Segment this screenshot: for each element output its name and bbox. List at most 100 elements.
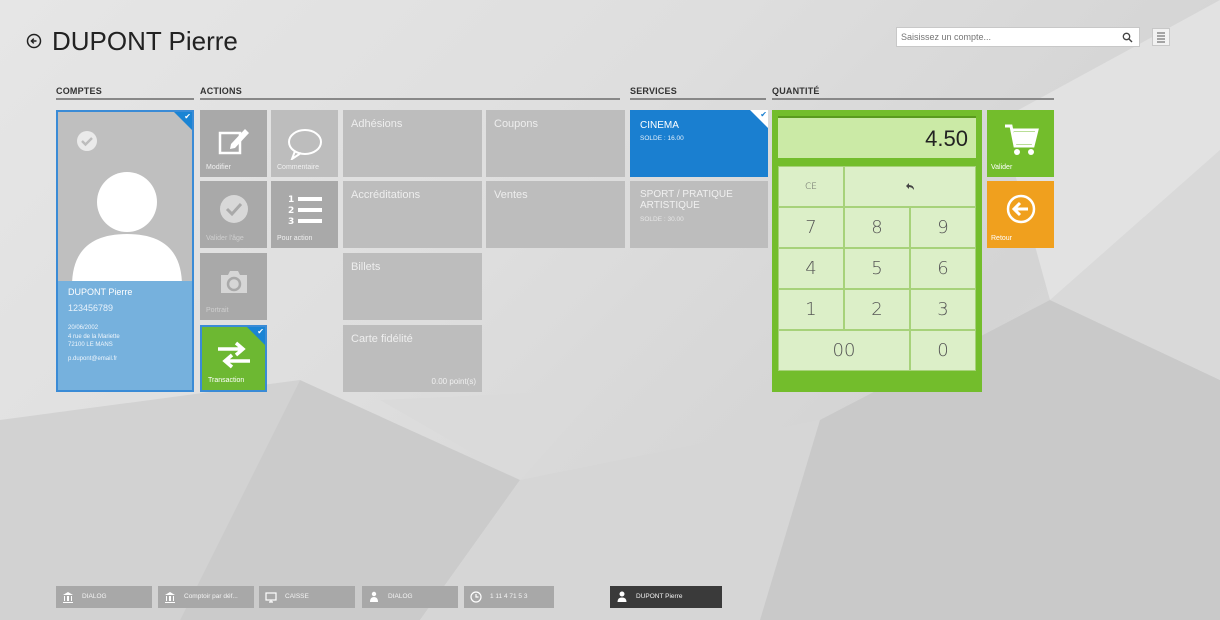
taskbar-item-clock[interactable]: 1 11 4 71 5 3 — [464, 586, 554, 608]
key-7[interactable]: 7 — [778, 207, 844, 248]
billets-label: Billets — [351, 261, 381, 273]
check-icon: ✔ — [257, 327, 264, 336]
section-quantite: QUANTITÉ — [772, 86, 820, 96]
account-number: 123456789 — [68, 303, 114, 313]
commentaire-label: Commentaire — [277, 164, 320, 171]
page-title: DUPONT Pierre — [52, 26, 238, 56]
portrait-label: Portrait — [206, 307, 229, 314]
quantity-keypad: 4.50 CE 7 8 9 4 5 6 1 2 3 00 0 — [772, 110, 982, 392]
retour-label: Retour — [991, 235, 1013, 242]
edit-icon — [218, 129, 249, 155]
ventes-label: Ventes — [494, 189, 528, 201]
check-icon: ✔ — [760, 110, 767, 119]
svg-text:1: 1 — [288, 195, 294, 205]
quantity-display: 4.50 — [778, 116, 976, 158]
account-name: DUPONT Pierre — [68, 287, 133, 297]
key-2[interactable]: 2 — [844, 289, 910, 330]
carte-fidelite-tile[interactable]: Carte fidélité 0.00 point(s) — [343, 325, 482, 392]
carte-fidelite-label: Carte fidélité — [351, 333, 413, 345]
valider-label: Valider — [991, 164, 1013, 171]
bank-icon — [165, 592, 175, 603]
back-arrow-icon[interactable] — [26, 33, 42, 49]
search-icon[interactable] — [1122, 32, 1133, 43]
key-8[interactable]: 8 — [844, 207, 910, 248]
adhesions-tile[interactable]: Adhésions — [343, 110, 482, 177]
account-email: p.dupont@email.fr — [68, 356, 118, 362]
key-9[interactable]: 9 — [910, 207, 976, 248]
coupons-tile[interactable]: Coupons — [486, 110, 625, 177]
retour-button[interactable]: Retour — [987, 181, 1054, 248]
taskbar-label: DIALOG — [388, 593, 413, 600]
pour-action-button[interactable]: 1 2 3 Pour action — [271, 181, 338, 248]
service-sport-tile[interactable]: SPORT / PRATIQUE ARTISTIQUE SOLDE : 30.0… — [630, 181, 768, 248]
avatar-icon — [72, 172, 182, 286]
section-divider — [56, 98, 194, 100]
adhesions-label: Adhésions — [351, 118, 403, 130]
section-divider — [630, 98, 766, 100]
key-5[interactable]: 5 — [844, 248, 910, 289]
monitor-icon — [265, 592, 277, 603]
key-00[interactable]: 00 — [778, 330, 910, 371]
portrait-button[interactable]: Portrait — [200, 253, 267, 320]
accreditations-label: Accréditations — [351, 189, 421, 201]
commentaire-button[interactable]: Commentaire — [271, 110, 338, 177]
taskbar-label: DIALOG — [82, 593, 107, 600]
coupons-label: Coupons — [494, 118, 539, 130]
user-icon — [617, 591, 627, 602]
transaction-label: Transaction — [208, 377, 245, 384]
ventes-tile[interactable]: Ventes — [486, 181, 625, 248]
modifier-button[interactable]: Modifier — [200, 110, 267, 177]
accreditations-tile[interactable]: Accréditations — [343, 181, 482, 248]
search-input[interactable] — [901, 30, 1111, 44]
swap-arrows-icon — [218, 341, 250, 369]
section-services: SERVICES — [630, 86, 677, 96]
undo-icon — [906, 183, 914, 190]
back-arrow-icon — [1006, 194, 1036, 224]
account-birthdate: 20/06/2002 — [68, 325, 99, 331]
service-cinema-tile[interactable]: CINEMA SOLDE : 16.00 ✔ — [630, 110, 768, 177]
pour-action-label: Pour action — [277, 235, 313, 242]
taskbar-item-dialog[interactable]: DIALOG — [56, 586, 152, 608]
svg-text:3: 3 — [288, 217, 294, 227]
numbered-list-icon: 1 2 3 — [288, 195, 322, 227]
key-ce[interactable]: CE — [778, 166, 844, 207]
comment-icon — [288, 129, 322, 160]
key-backspace[interactable] — [844, 166, 976, 207]
taskbar-label: DUPONT Pierre — [636, 593, 683, 600]
camera-icon — [221, 271, 247, 293]
key-6[interactable]: 6 — [910, 248, 976, 289]
quantity-value: 4.50 — [925, 126, 968, 151]
taskbar-label: Comptoir par déf... — [184, 593, 238, 600]
clock-icon — [470, 591, 482, 603]
taskbar-label: 1 11 4 71 5 3 — [490, 593, 528, 600]
transaction-button[interactable]: ✔ Transaction — [200, 325, 267, 392]
taskbar-item-dialog-users[interactable]: DIALOG — [362, 586, 458, 608]
svg-text:2: 2 — [288, 206, 294, 216]
list-view-icon[interactable] — [1152, 28, 1170, 46]
section-comptes: COMPTES — [56, 86, 102, 96]
service-name: CINEMA — [640, 120, 679, 131]
search-box[interactable] — [896, 27, 1140, 47]
account-card[interactable]: ✔ DUPONT Pierre 123456789 20/06/2002 4 r… — [56, 110, 194, 392]
section-divider — [772, 98, 1054, 100]
section-actions: ACTIONS — [200, 86, 242, 96]
taskbar-item-caisse[interactable]: CAISSE — [259, 586, 355, 608]
valider-button[interactable]: Valider — [987, 110, 1054, 177]
taskbar-item-user[interactable]: DUPONT Pierre — [610, 586, 722, 608]
service-name: SPORT / PRATIQUE ARTISTIQUE — [640, 189, 733, 211]
valider-age-button[interactable]: Valider l'âge — [200, 181, 267, 248]
section-divider — [200, 98, 620, 100]
user-group-icon — [370, 591, 378, 602]
key-3[interactable]: 3 — [910, 289, 976, 330]
key-0[interactable]: 0 — [910, 330, 976, 371]
billets-tile[interactable]: Billets — [343, 253, 482, 320]
valider-age-label: Valider l'âge — [206, 235, 244, 242]
checkmark-circle-icon — [77, 131, 97, 151]
key-1[interactable]: 1 — [778, 289, 844, 330]
key-4[interactable]: 4 — [778, 248, 844, 289]
account-info: DUPONT Pierre 123456789 20/06/2002 4 rue… — [58, 281, 192, 390]
checkmark-circle-icon — [220, 195, 248, 223]
check-icon: ✔ — [184, 112, 191, 121]
account-address-line1: 4 rue de la Mariette — [68, 334, 120, 340]
taskbar-item-comptoir[interactable]: Comptoir par déf... — [158, 586, 254, 608]
